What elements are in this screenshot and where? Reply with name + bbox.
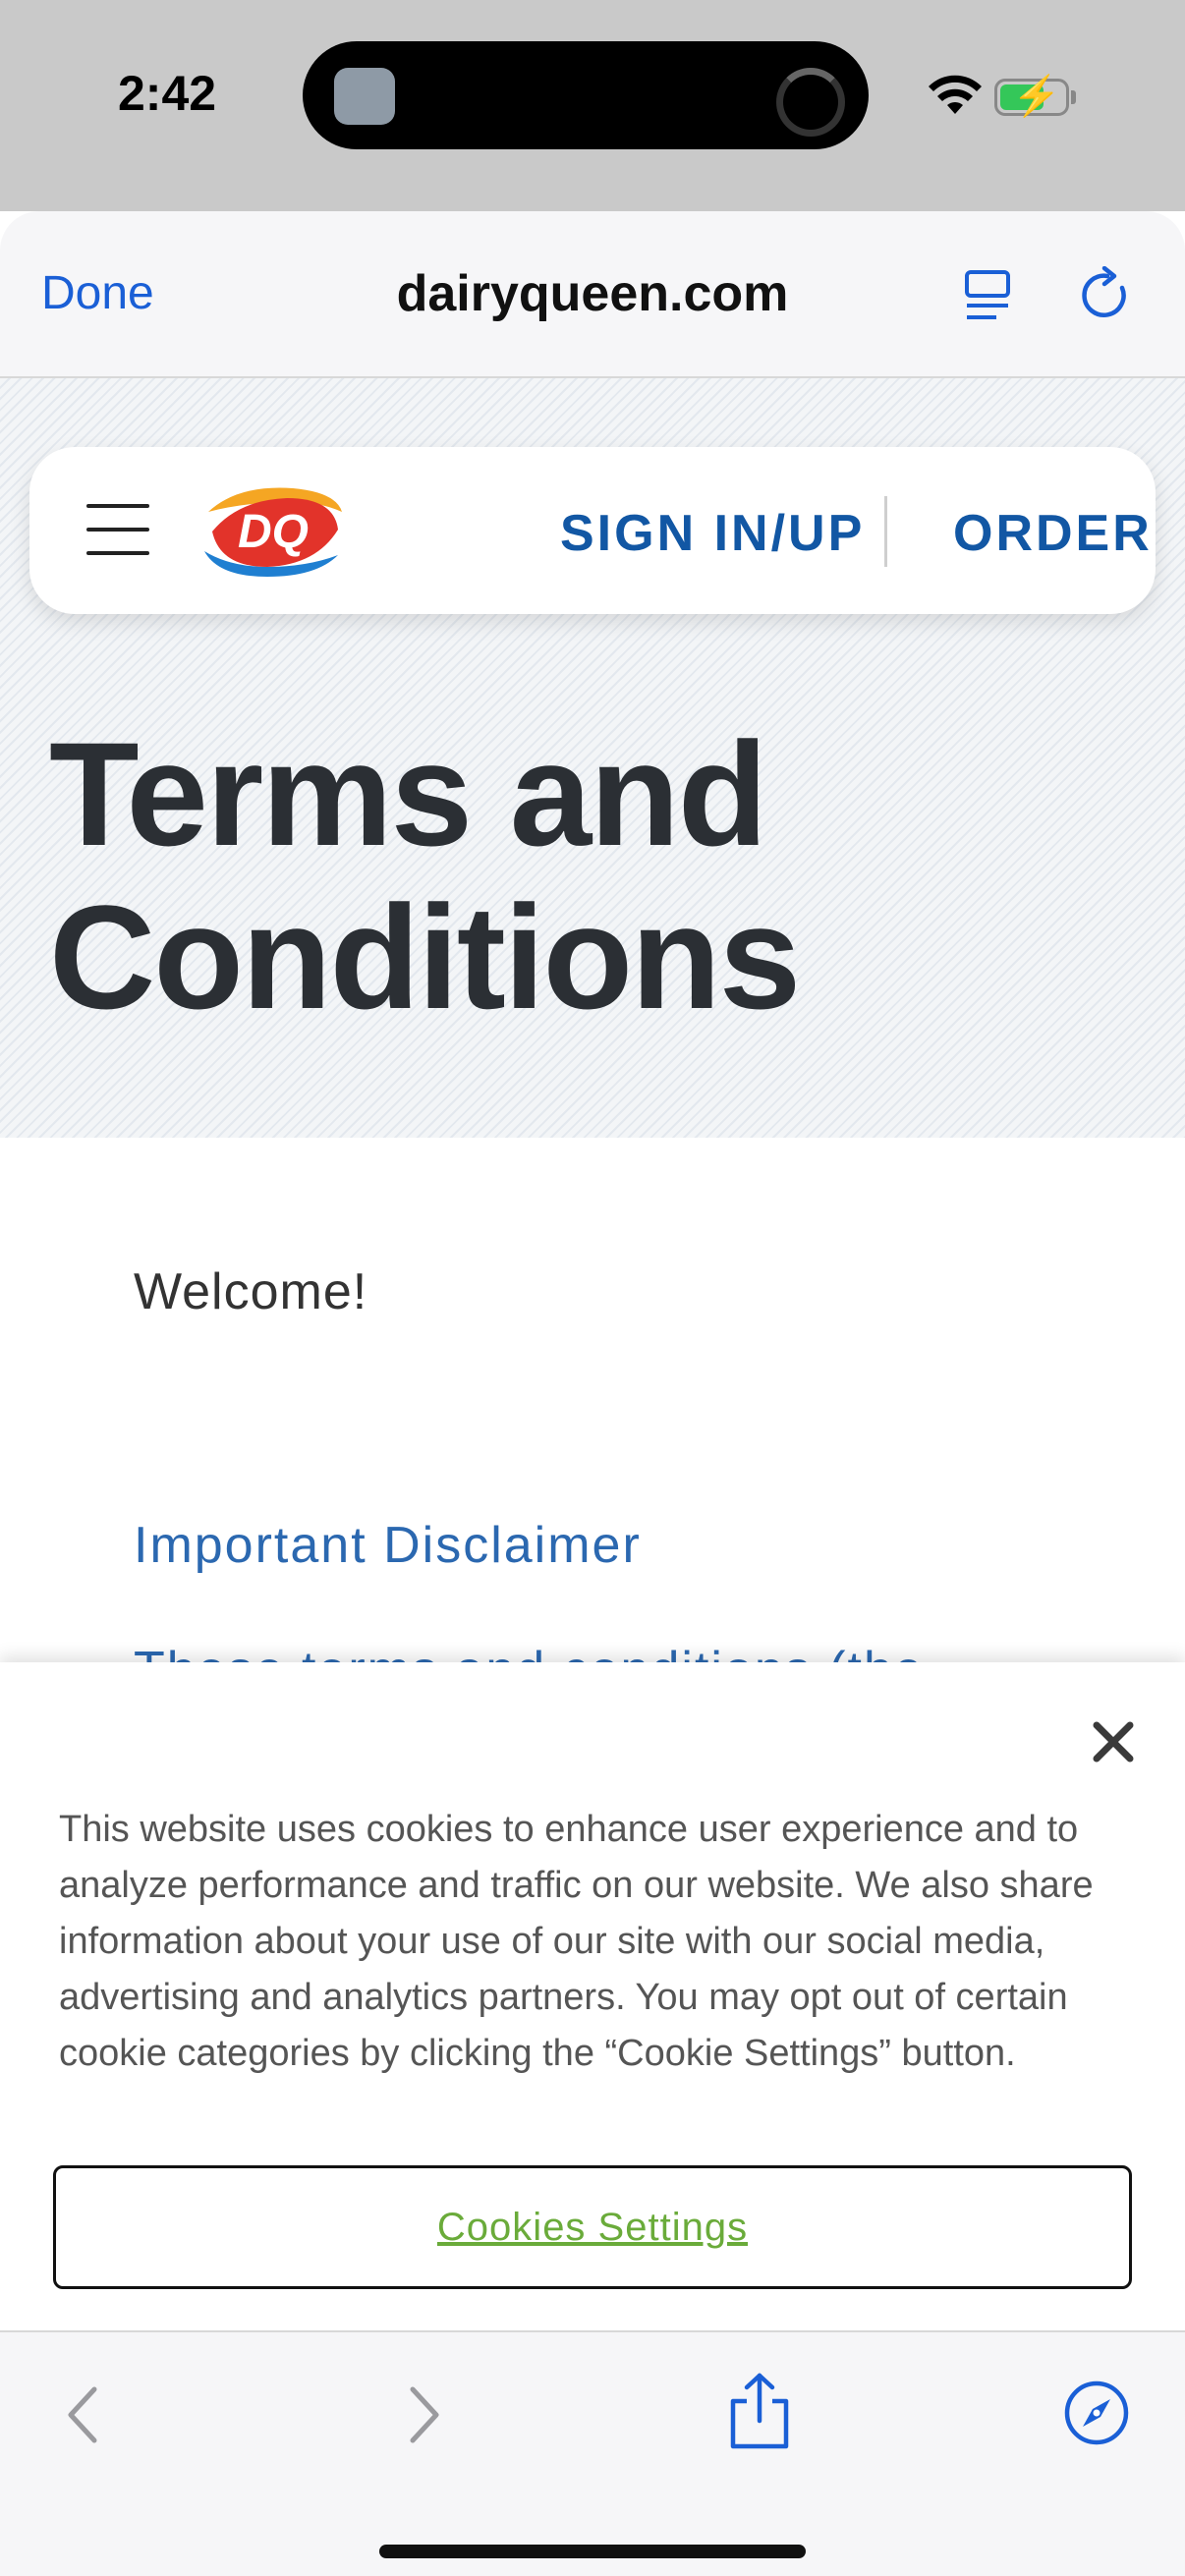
dq-logo[interactable]: DQ xyxy=(198,482,348,581)
forward-chevron-icon[interactable] xyxy=(403,2383,446,2446)
important-disclaimer-heading: Important Disclaimer xyxy=(134,1517,642,1574)
nav-divider xyxy=(884,496,887,567)
site-nav-bar: DQ SIGN IN/UP ORDER xyxy=(29,447,1156,614)
welcome-text: Welcome! xyxy=(134,1263,368,1320)
page-title: Terms and Conditions xyxy=(49,712,933,1038)
status-time: 2:42 xyxy=(118,66,217,121)
browser-bottom-toolbar xyxy=(0,2330,1185,2576)
dynamic-island xyxy=(303,41,869,149)
safari-compass-icon[interactable] xyxy=(1063,2380,1130,2446)
hero-section: DQ SIGN IN/UP ORDER Terms and Conditions xyxy=(0,378,1185,1138)
wifi-icon xyxy=(929,75,982,114)
battery-tip xyxy=(1071,90,1076,104)
svg-text:DQ: DQ xyxy=(238,506,309,558)
home-indicator xyxy=(379,2545,806,2558)
close-icon[interactable] xyxy=(1089,1717,1138,1766)
cookies-settings-label: Cookies Settings xyxy=(436,2205,749,2249)
cookie-banner: This website uses cookies to enhance use… xyxy=(0,1662,1185,2330)
activity-spinner-icon xyxy=(776,68,845,137)
reader-mode-icon[interactable] xyxy=(963,268,1014,323)
reload-icon[interactable] xyxy=(1079,266,1136,325)
charging-bolt-icon: ⚡ xyxy=(1012,75,1061,118)
share-icon[interactable] xyxy=(725,2372,794,2450)
cookies-settings-button[interactable]: Cookies Settings xyxy=(53,2165,1132,2289)
browser-top-bar: Done dairyqueen.com xyxy=(0,211,1185,378)
sign-in-up-link[interactable]: SIGN IN/UP xyxy=(560,504,865,563)
status-bar: 2:42 ⚡ xyxy=(0,0,1185,211)
cookie-message: This website uses cookies to enhance use… xyxy=(59,1809,1094,2074)
hamburger-menu-icon[interactable] xyxy=(86,504,149,555)
page-title-line2: Conditions xyxy=(49,874,801,1039)
back-chevron-icon[interactable] xyxy=(61,2383,104,2446)
order-link[interactable]: ORDER xyxy=(953,504,1153,563)
page-title-line1: Terms and xyxy=(49,711,767,876)
shortcuts-app-icon xyxy=(334,68,395,125)
